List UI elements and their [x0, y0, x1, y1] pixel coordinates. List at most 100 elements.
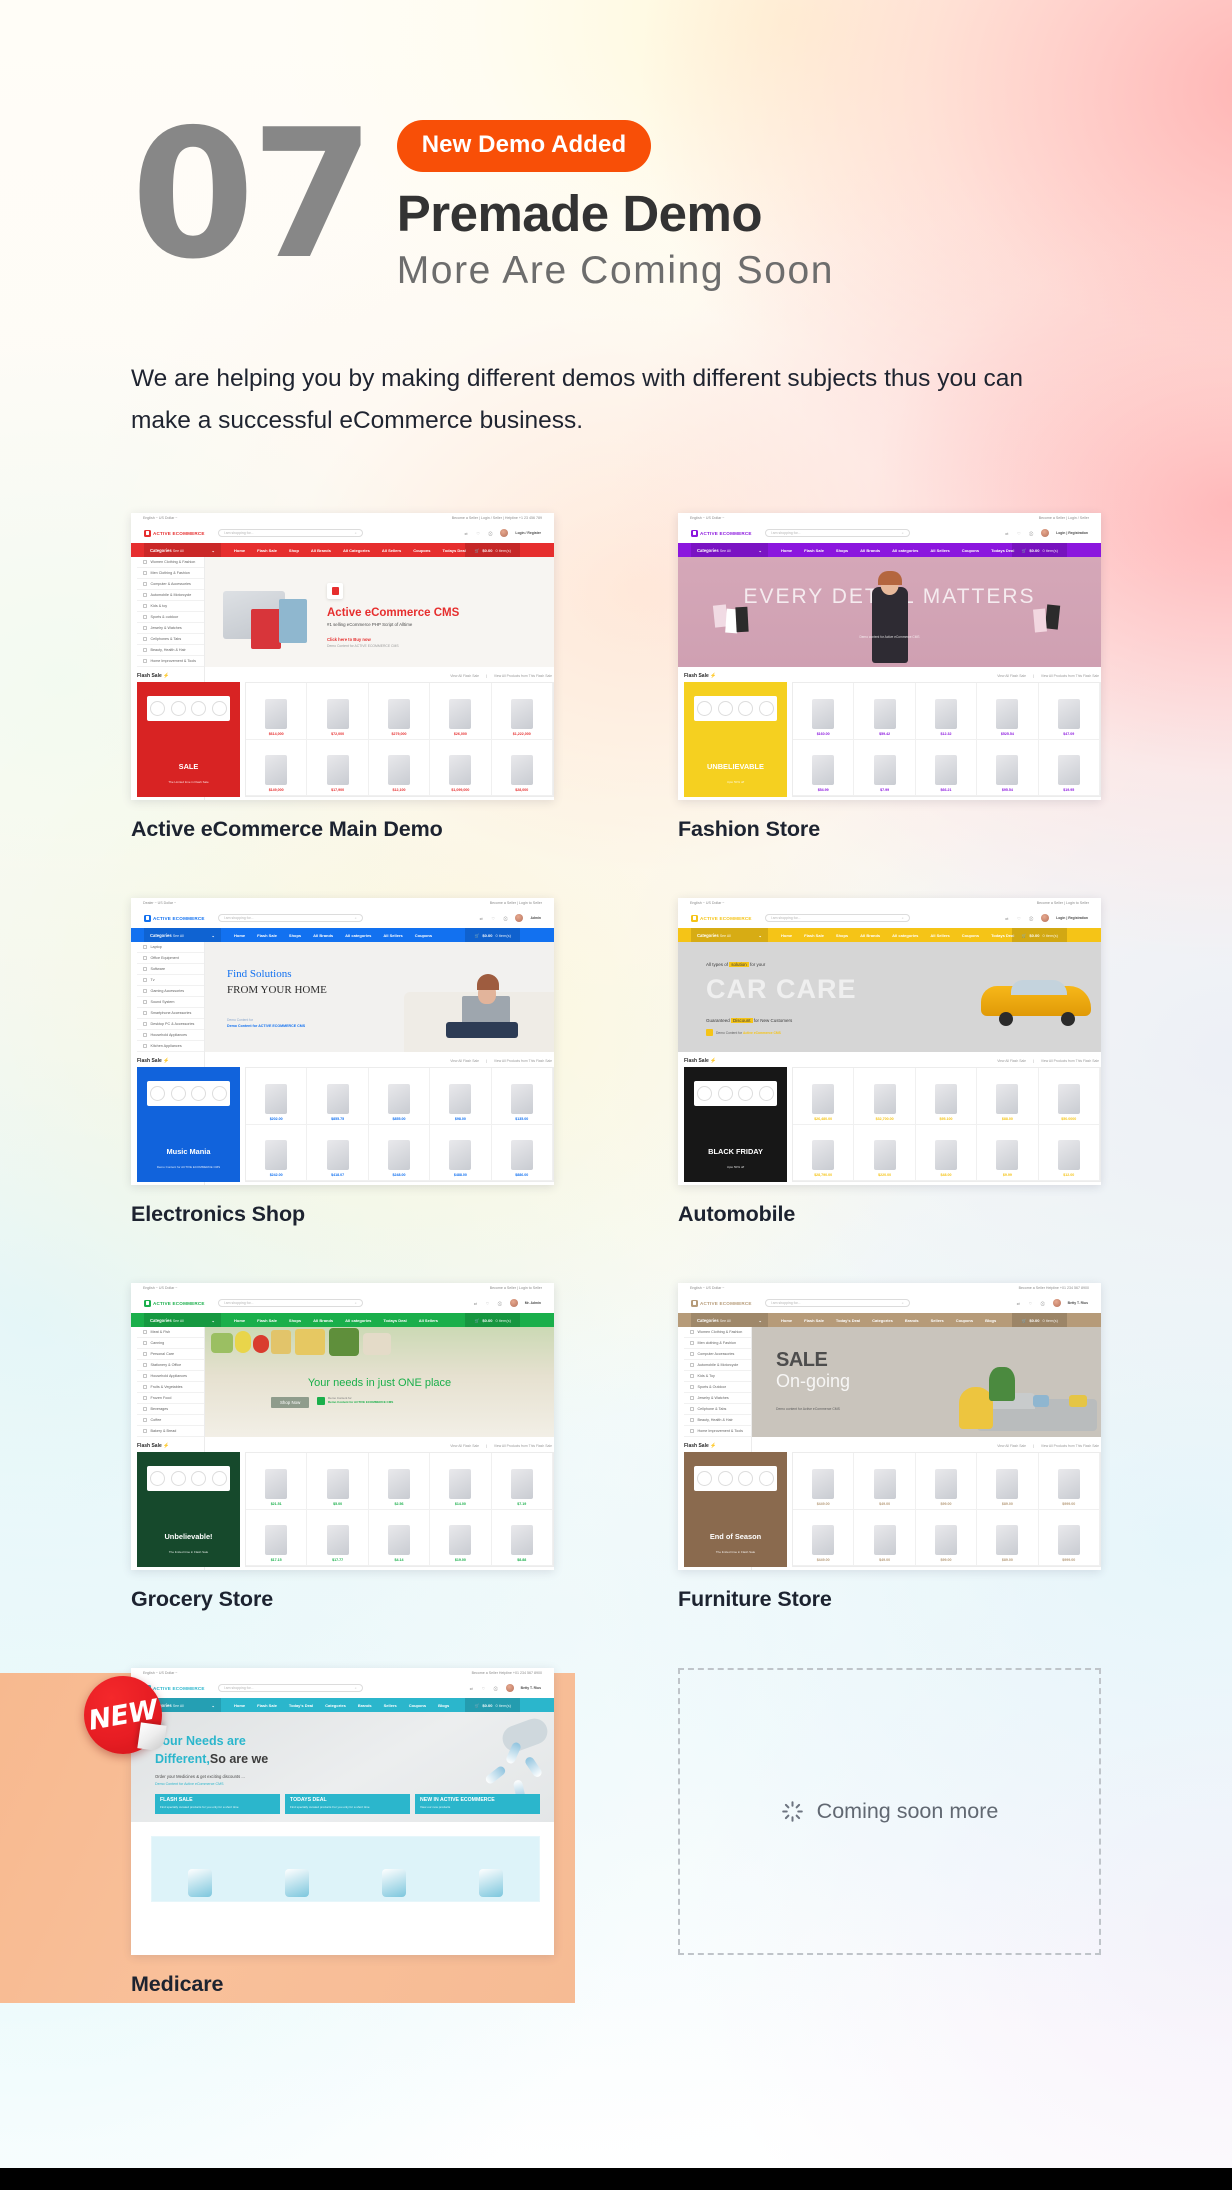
mini-nav-link[interactable]: Shops — [289, 1318, 301, 1323]
mini-product-card[interactable]: $17.15 — [246, 1509, 308, 1566]
mini-topbar-right[interactable]: Become a Seller Helpline +01 234 567 890… — [472, 1671, 542, 1675]
mini-nav-link[interactable]: All Brands — [860, 933, 880, 938]
mini-product-card[interactable]: $242.00 — [246, 1124, 308, 1181]
mini-sidebar-item[interactable]: Home Improvement & Tools — [684, 1426, 751, 1437]
mini-product-card[interactable]: $28,000 — [491, 739, 553, 796]
mini-nav-link[interactable]: Shops — [836, 933, 848, 938]
mini-nav-link[interactable]: All Sellers — [930, 933, 949, 938]
mini-nav-link[interactable]: Brands — [358, 1703, 372, 1708]
mini-logo[interactable]: ACTIVE ECOMMERCE — [144, 914, 205, 922]
mini-product-card[interactable]: $26,000 — [430, 683, 492, 740]
mini-sidebar-item[interactable]: Software — [137, 964, 204, 975]
mini-product-card[interactable]: $5.00 — [307, 1453, 369, 1510]
mini-cart-button[interactable]: 🛒 $0.00 0 item(s) — [1012, 1313, 1067, 1327]
mini-product-card[interactable]: $98.00 — [430, 1068, 492, 1125]
view-all-flash-sale-link[interactable]: View All Flash Sale — [450, 1059, 479, 1063]
demo-preview-3[interactable]: English ~ US Dollar ~ Become a Seller | … — [678, 898, 1101, 1185]
cart-icon[interactable]: ⛒ — [503, 916, 508, 921]
wishlist-icon[interactable]: ♡ — [1017, 531, 1022, 536]
mini-product-card[interactable]: $220.00 — [854, 1124, 916, 1181]
mini-product-card[interactable]: $2.56 — [368, 1453, 431, 1510]
view-all-flash-sale-link[interactable]: View All Flash Sale — [450, 674, 479, 678]
mini-promo-banner[interactable]: End of Season The limited time in Flash … — [684, 1452, 787, 1567]
mini-nav-link[interactable]: Coupons — [409, 1703, 426, 1708]
mini-sidebar-item[interactable]: Office Equipment — [137, 953, 204, 964]
avatar[interactable] — [1052, 1299, 1061, 1307]
mini-sidebar-item[interactable]: Home Improvement & Tools — [137, 656, 204, 667]
mini-user-name[interactable]: Login | Registration — [1056, 531, 1088, 535]
mini-hero-banner[interactable]: Active eCommerce CMS #1 selling eCommerc… — [205, 557, 554, 667]
mini-sidebar-item[interactable]: Kitchen Appliances — [137, 1041, 204, 1052]
mini-product-card[interactable]: $418.07 — [307, 1124, 369, 1181]
mini-nav-link[interactable]: All Brands — [860, 548, 880, 553]
mini-product-card[interactable]: $449.00 — [793, 1453, 855, 1510]
demo-preview-6[interactable]: English ~ US Dollar ~ Become a Seller He… — [131, 1668, 554, 1955]
mini-topbar-left[interactable]: Dealer ~ US Dollar ~ — [143, 901, 176, 905]
mini-sidebar-item[interactable]: Tv — [137, 975, 204, 986]
view-all-products-link[interactable]: View All Products from This Flash Sale — [1041, 1059, 1099, 1063]
mini-product-card[interactable]: $999.00 — [1038, 1453, 1100, 1510]
mini-sidebar-item[interactable]: Cellphone & Tabs — [684, 1404, 751, 1415]
mini-categories-button[interactable]: Categories See All ⌄ — [691, 1313, 768, 1327]
mini-search-input[interactable]: I am shopping for... ⌕ — [217, 528, 363, 538]
mini-hero-banner[interactable]: Find Solutions FROM YOUR HOME Demo Conte… — [205, 942, 554, 1052]
mini-product-card[interactable]: $99.00 — [915, 1453, 978, 1510]
mini-sidebar-item[interactable]: Laptop — [137, 942, 204, 953]
view-all-products-link[interactable]: View All Products from This Flash Sale — [1041, 1444, 1099, 1448]
mini-user-name[interactable]: Mr. Admin — [525, 1301, 541, 1305]
wishlist-icon[interactable]: ♡ — [491, 916, 496, 921]
avatar[interactable] — [500, 529, 509, 537]
mini-product-card[interactable]: $7.99 — [854, 739, 916, 796]
mini-sidebar-item[interactable]: Men clothing & Fashion — [684, 1338, 751, 1349]
mini-product-card[interactable]: $49.00 — [854, 1453, 916, 1510]
mini-nav-link[interactable]: Shops — [289, 933, 301, 938]
demo-preview-0[interactable]: English ~ US Dollar ~ Become a Seller | … — [131, 513, 554, 800]
view-all-flash-sale-link[interactable]: View All Flash Sale — [997, 1444, 1026, 1448]
mini-nav-link[interactable]: Flash Sale — [804, 548, 824, 553]
mini-cart-button[interactable]: 🛒 $0.00 0 item(s) — [465, 543, 520, 557]
mini-topbar-right[interactable]: Become a Seller | Login / Seller — [1039, 516, 1089, 520]
mini-nav-link[interactable]: Home — [234, 933, 245, 938]
mini-product-card[interactable]: $202.00 — [246, 1068, 308, 1125]
mini-search-input[interactable]: I am shopping for... ⌕ — [217, 913, 363, 923]
mini-nav-link[interactable]: Shops — [836, 548, 848, 553]
mini-sidebar-item[interactable]: Jewelry & Watches — [684, 1393, 751, 1404]
avatar[interactable] — [1041, 529, 1050, 537]
cart-icon[interactable]: ⛒ — [494, 1686, 499, 1691]
mini-product-card[interactable]: $525.54 — [977, 683, 1039, 740]
mini-search-input[interactable]: I am shopping for... ⌕ — [217, 1683, 363, 1693]
view-all-flash-sale-link[interactable]: View All Flash Sale — [450, 1444, 479, 1448]
mini-product-card[interactable]: $614,000 — [246, 683, 308, 740]
mini-product-card[interactable]: $1,099,000 — [430, 739, 492, 796]
mini-product-card[interactable]: $12.32 — [915, 683, 978, 740]
mini-product-card[interactable]: $4.14 — [368, 1509, 431, 1566]
mini-nav-link[interactable]: Blogs — [985, 1318, 996, 1323]
mini-sidebar-item[interactable]: Household Appliances — [137, 1371, 204, 1382]
mini-product-card[interactable]: $160.00 — [793, 683, 855, 740]
mini-product-card[interactable]: $855.75 — [307, 1068, 369, 1125]
mini-sidebar-item[interactable]: Automobile & Motorcycle — [137, 590, 204, 601]
cart-icon[interactable]: ⛒ — [1029, 531, 1034, 536]
mini-nav-link[interactable]: All Sellers — [930, 548, 949, 553]
demo-preview-4[interactable]: English ~ US Dollar ~ Become a Seller | … — [131, 1283, 554, 1570]
mini-topbar-right[interactable]: Become a Seller | Login to Seller — [1037, 901, 1089, 905]
mini-nav-link[interactable]: All categories — [892, 933, 918, 938]
mini-nav-link[interactable]: All Sellers — [383, 933, 402, 938]
mini-product-card[interactable]: $17,900 — [307, 739, 369, 796]
mini-sidebar-item[interactable]: Sports & outdoor — [137, 612, 204, 623]
mini-product-card[interactable]: $7.19 — [491, 1453, 553, 1510]
mini-topbar-left[interactable]: English ~ US Dollar ~ — [143, 1286, 177, 1290]
mini-nav-link[interactable]: Home — [234, 1318, 245, 1323]
mini-nav-link[interactable]: All Categories — [343, 548, 370, 553]
mini-nav-link[interactable]: Coupons — [956, 1318, 973, 1323]
mini-nav-link[interactable]: Coupons — [415, 933, 432, 938]
mini-product-card[interactable]: $28,790.00 — [793, 1124, 855, 1181]
avatar[interactable] — [509, 1299, 518, 1307]
view-all-products-link[interactable]: View All Products from This Flash Sale — [1041, 674, 1099, 678]
mini-sidebar-item[interactable]: Smartphone Accessories — [137, 1008, 204, 1019]
mini-logo[interactable]: ACTIVE ECOMMERCE — [691, 914, 752, 922]
compare-icon[interactable]: ⇄ — [479, 916, 484, 921]
mini-categories-button[interactable]: Categories See All ⌄ — [144, 543, 221, 557]
demo-preview-2[interactable]: Dealer ~ US Dollar ~ Become a Seller | L… — [131, 898, 554, 1185]
mini-product-card[interactable]: $48.00 — [915, 1124, 978, 1181]
